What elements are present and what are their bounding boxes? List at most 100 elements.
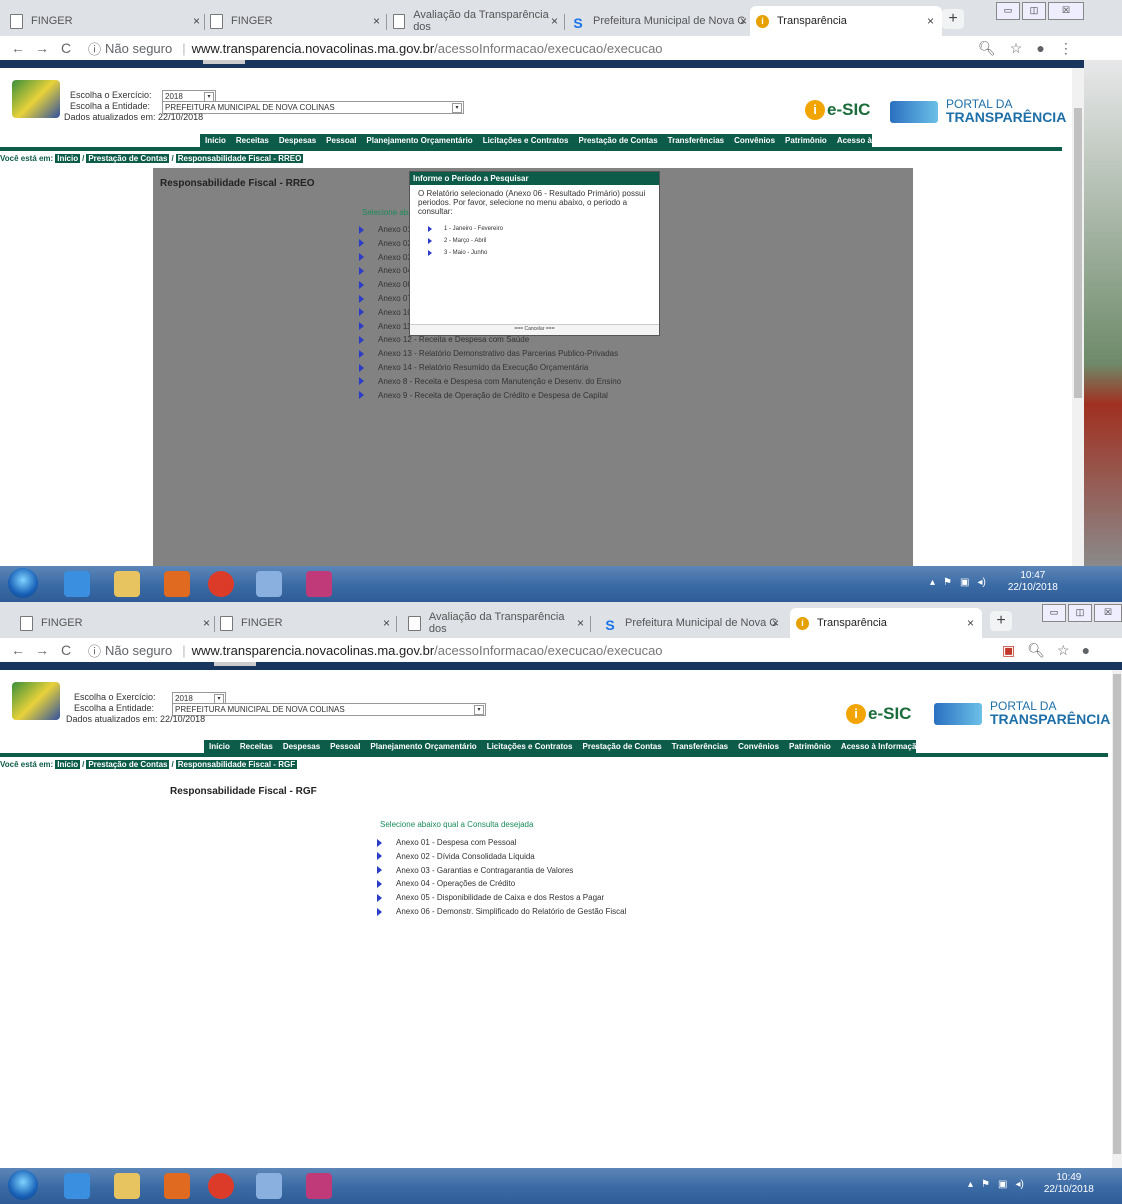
folder-icon[interactable]: [114, 571, 140, 597]
annex-link[interactable]: Anexo 06 - Demonstr. Simplificado do Rel…: [377, 907, 626, 916]
reload-icon[interactable]: C: [54, 642, 78, 658]
new-tab-button[interactable]: +: [990, 611, 1012, 631]
menu-prestacao[interactable]: Prestação de Contas: [583, 742, 662, 751]
annex-link[interactable]: Anexo 05 - Disponibilidade de Caixa e do…: [377, 893, 604, 902]
close-icon[interactable]: ×: [577, 616, 584, 630]
media-player-icon[interactable]: [164, 571, 190, 597]
menu-convenios[interactable]: Convênios: [734, 136, 775, 145]
zoom-icon[interactable]: 🔍︎: [978, 40, 996, 57]
tray-arrow-icon[interactable]: ▴: [930, 577, 935, 588]
crumb-current[interactable]: Responsabilidade Fiscal - RREO: [175, 154, 304, 163]
zoom-icon[interactable]: 🔍︎: [1027, 642, 1045, 659]
menu-pessoal[interactable]: Pessoal: [330, 742, 360, 751]
annex-link[interactable]: Anexo 04: [359, 266, 412, 275]
maximize-button[interactable]: ◫: [1068, 604, 1092, 622]
crumb-inicio[interactable]: Início: [55, 154, 81, 163]
menu-receitas[interactable]: Receitas: [236, 136, 269, 145]
period-option[interactable]: 2 - Março - Abril: [428, 238, 659, 244]
back-icon[interactable]: ←: [6, 642, 30, 658]
annex-link[interactable]: Anexo 02 - Dívida Consolidada Líquida: [377, 852, 535, 861]
portal-logo[interactable]: PORTAL DA TRANSPARÊNCIA: [890, 98, 1066, 125]
menu-planejamento[interactable]: Planejamento Orçamentário: [366, 136, 472, 145]
entidade-select[interactable]: PREFEITURA MUNICIPAL DE NOVA COLINAS ▾: [162, 101, 464, 114]
tab-prefeitura[interactable]: S Prefeitura Municipal de Nova C ×: [571, 6, 747, 36]
close-window-button[interactable]: ☒: [1048, 2, 1084, 20]
close-icon[interactable]: ×: [203, 616, 210, 630]
minimize-button[interactable]: ▭: [1042, 604, 1066, 622]
annex-link[interactable]: Anexo 07: [359, 294, 412, 303]
reload-icon[interactable]: C: [54, 40, 78, 56]
ie-icon[interactable]: [64, 1173, 90, 1199]
page-scrollbar[interactable]: [1072, 68, 1084, 566]
period-option[interactable]: 3 - Maio - Junho: [428, 250, 659, 256]
menu-transferencias[interactable]: Transferências: [672, 742, 728, 751]
menu-acesso[interactable]: Acesso à Informação: [841, 742, 921, 751]
crumb-current[interactable]: Responsabilidade Fiscal - RGF: [175, 760, 298, 769]
annex-link[interactable]: Anexo 11: [359, 322, 411, 331]
page-scrollbar[interactable]: [1112, 670, 1122, 1168]
close-icon[interactable]: ×: [927, 14, 934, 28]
address-bar[interactable]: ⓘ Não seguro | www.transparencia.novacol…: [88, 641, 663, 660]
volume-icon[interactable]: ◂): [1015, 1179, 1023, 1190]
menu-inicio[interactable]: Início: [205, 136, 226, 145]
close-icon[interactable]: ×: [740, 14, 747, 28]
annex-link[interactable]: Anexo 03: [359, 253, 412, 262]
flag-icon[interactable]: ⚑: [981, 1179, 990, 1190]
paint-icon[interactable]: [256, 571, 282, 597]
annex-link[interactable]: Anexo 13 - Relatório Demonstrativo das P…: [359, 349, 618, 358]
cast-icon[interactable]: ▣: [1002, 642, 1015, 659]
tab-finger-2[interactable]: FINGER ×: [210, 6, 380, 36]
folder-icon[interactable]: [114, 1173, 140, 1199]
menu-dots-icon[interactable]: ⋮: [1059, 40, 1073, 57]
menu-acesso[interactable]: Acesso à Informação: [837, 136, 917, 145]
maximize-button[interactable]: ◫: [1022, 2, 1046, 20]
tray-arrow-icon[interactable]: ▴: [968, 1179, 973, 1190]
menu-patrimonio[interactable]: Patrimônio: [785, 136, 827, 145]
chrome-icon[interactable]: [208, 571, 234, 597]
tab-transparencia[interactable]: i Transparência ×: [750, 6, 942, 36]
network-icon[interactable]: ▣: [998, 1179, 1007, 1190]
back-icon[interactable]: ←: [6, 40, 30, 56]
crumb-inicio[interactable]: Início: [55, 760, 81, 769]
portal-logo[interactable]: PORTAL DA TRANSPARÊNCIA: [934, 700, 1110, 727]
menu-licitacoes[interactable]: Licitações e Contratos: [483, 136, 569, 145]
address-bar[interactable]: ⓘ Não seguro | www.transparencia.novacol…: [88, 39, 663, 58]
clock[interactable]: 10:47 22/10/2018: [1008, 570, 1058, 594]
close-icon[interactable]: ×: [551, 14, 558, 28]
annex-link[interactable]: Anexo 01: [359, 225, 412, 234]
annex-link[interactable]: Anexo 8 - Receita e Despesa com Manutenç…: [359, 377, 621, 386]
account-icon[interactable]: ●: [1036, 40, 1044, 56]
close-icon[interactable]: ×: [772, 616, 779, 630]
entidade-select[interactable]: PREFEITURA MUNICIPAL DE NOVA COLINAS ▾: [172, 703, 486, 716]
esic-link[interactable]: i e-SIC: [805, 100, 870, 120]
paint-icon[interactable]: [256, 1173, 282, 1199]
media-player-icon[interactable]: [164, 1173, 190, 1199]
flag-icon[interactable]: ⚑: [943, 577, 952, 588]
forward-icon[interactable]: →: [30, 642, 54, 658]
period-option[interactable]: 1 - Janeiro - Fevereiro: [428, 226, 659, 232]
tab-finger-1[interactable]: FINGER ×: [20, 608, 210, 638]
new-tab-button[interactable]: +: [942, 9, 964, 29]
tab-avaliacao[interactable]: Avaliação da Transparência dos ×: [393, 6, 558, 36]
menu-licitacoes[interactable]: Licitações e Contratos: [487, 742, 573, 751]
network-icon[interactable]: ▣: [960, 577, 969, 588]
snipping-tool-icon[interactable]: [306, 571, 332, 597]
menu-receitas[interactable]: Receitas: [240, 742, 273, 751]
minimize-button[interactable]: ▭: [996, 2, 1020, 20]
annex-link[interactable]: Anexo 9 - Receita de Operação de Crédito…: [359, 391, 608, 400]
tab-transparencia[interactable]: i Transparência ×: [790, 608, 982, 638]
menu-transferencias[interactable]: Transferências: [668, 136, 724, 145]
snipping-tool-icon[interactable]: [306, 1173, 332, 1199]
start-button[interactable]: [8, 568, 38, 598]
crumb-prestacao[interactable]: Prestação de Contas: [86, 760, 170, 769]
annex-link[interactable]: Anexo 03 - Garantias e Contragarantia de…: [377, 866, 573, 875]
crumb-prestacao[interactable]: Prestação de Contas: [86, 154, 170, 163]
chrome-icon[interactable]: [208, 1173, 234, 1199]
star-icon[interactable]: ☆: [1057, 642, 1070, 659]
close-icon[interactable]: ×: [193, 14, 200, 28]
menu-prestacao[interactable]: Prestação de Contas: [579, 136, 658, 145]
close-icon[interactable]: ×: [383, 616, 390, 630]
account-icon[interactable]: ●: [1082, 642, 1090, 658]
menu-inicio[interactable]: Início: [209, 742, 230, 751]
tab-avaliacao[interactable]: Avaliação da Transparência dos ×: [408, 608, 584, 638]
